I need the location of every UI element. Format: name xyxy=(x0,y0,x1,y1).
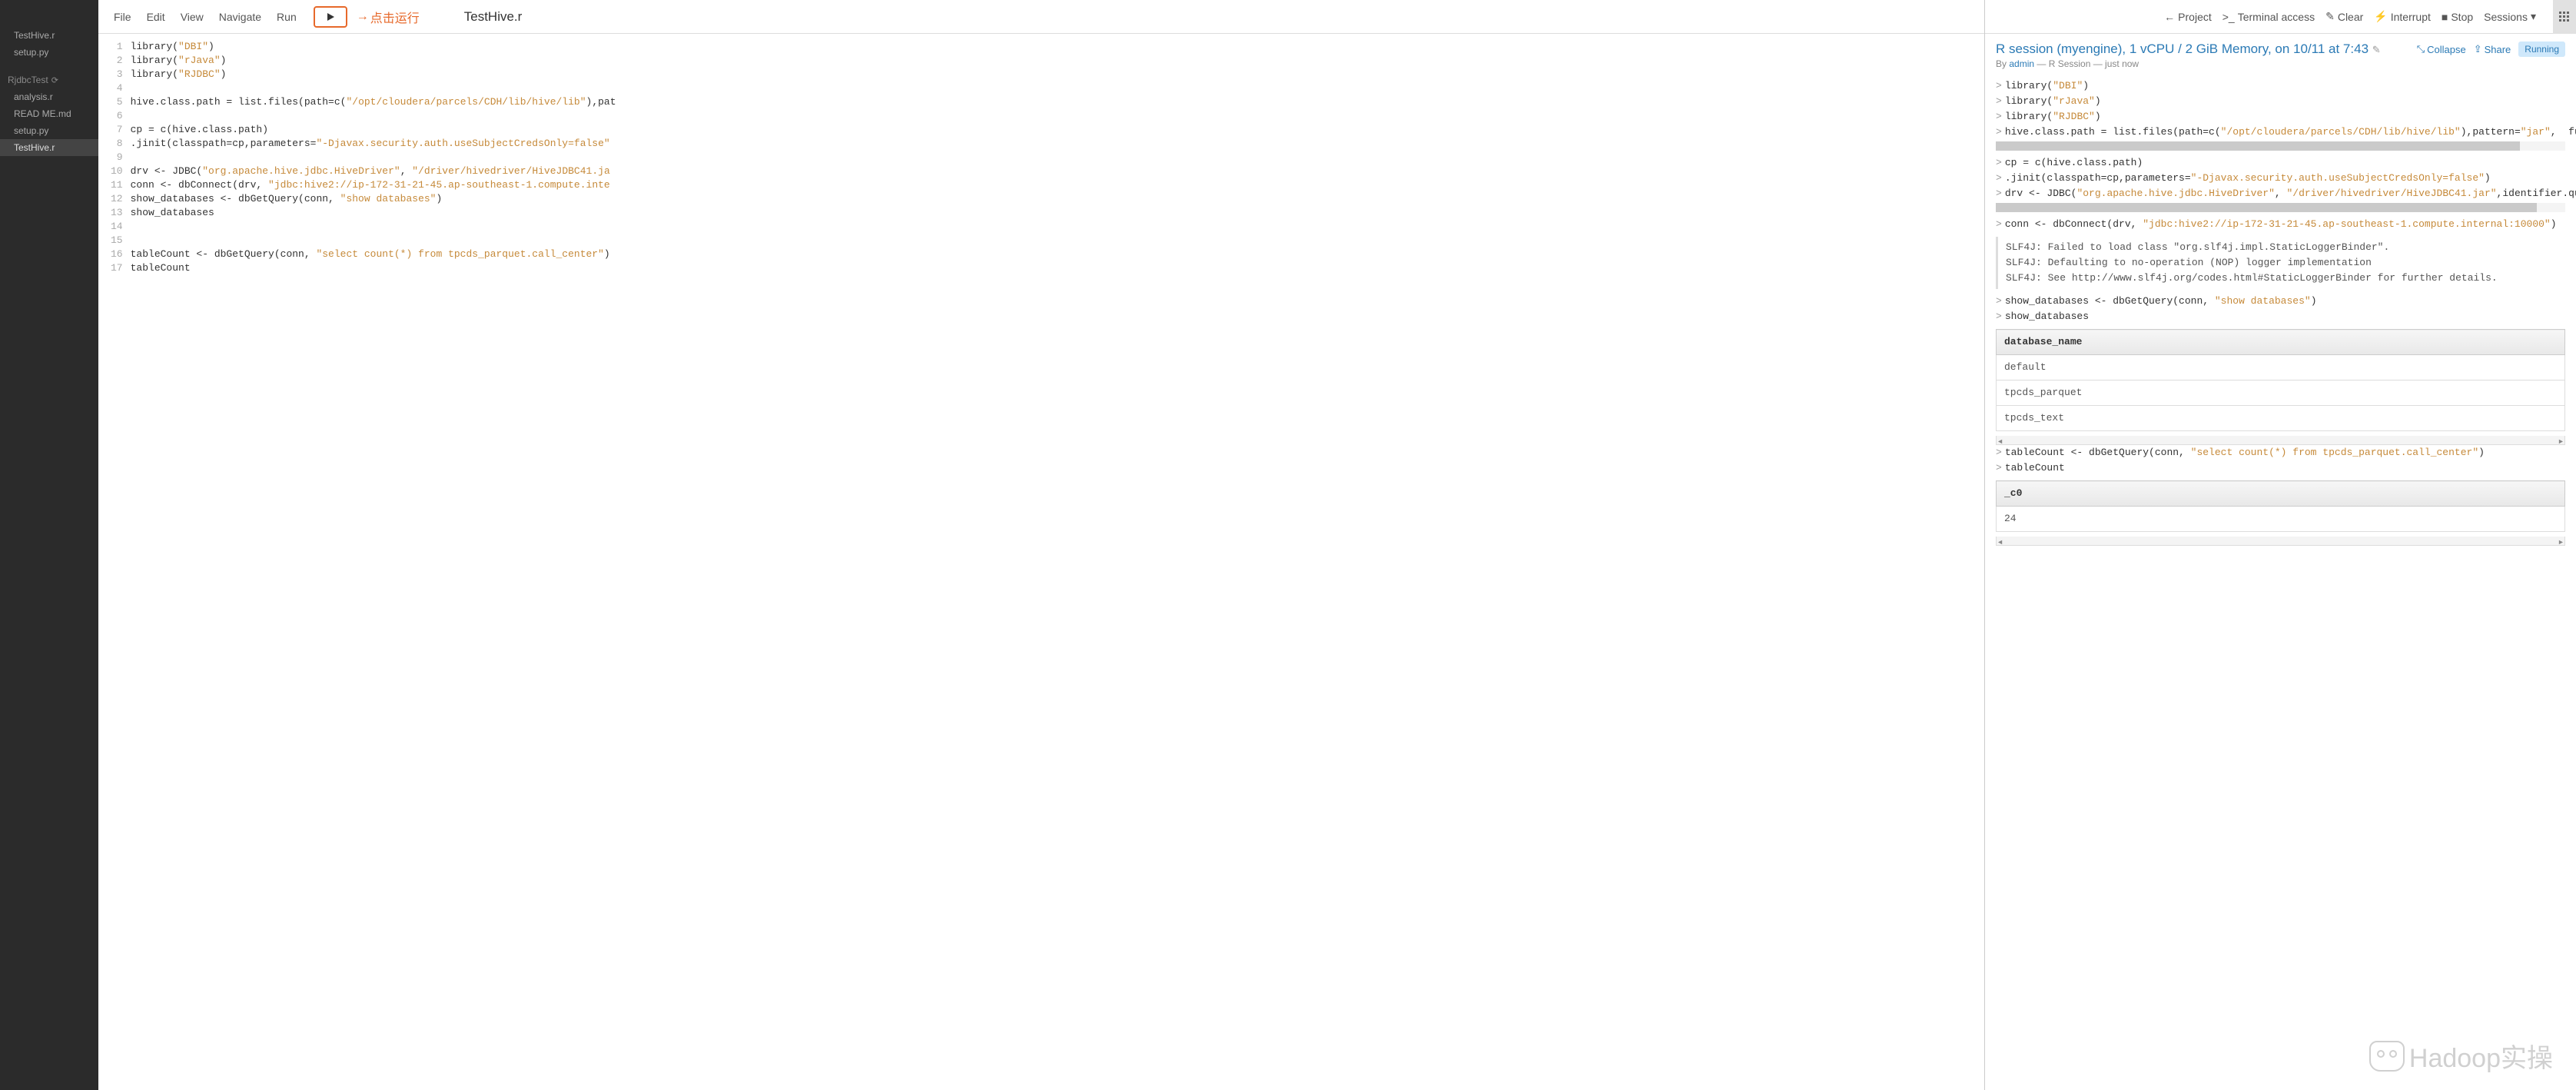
code-line[interactable]: conn <- dbConnect(drv, "jdbc:hive2://ip-… xyxy=(131,178,1984,192)
code-content[interactable]: library("DBI")library("rJava")library("R… xyxy=(131,40,1984,1090)
code-line[interactable] xyxy=(131,234,1984,248)
session-panel: ← Project >_ Terminal access ✎ Clear ⚡ I… xyxy=(1984,0,2576,1090)
user-link[interactable]: admin xyxy=(2009,58,2034,69)
sidebar-file[interactable]: setup.py xyxy=(0,122,98,139)
horizontal-scrollbar[interactable] xyxy=(1996,141,2565,151)
collapse-icon: ⤡ xyxy=(2417,43,2425,55)
collapse-button[interactable]: ⤡ Collapse xyxy=(2417,43,2466,55)
interrupt-button[interactable]: ⚡ Interrupt xyxy=(2374,10,2431,23)
console-input-line: >tableCount <- dbGetQuery(conn, "select … xyxy=(1996,445,2565,460)
project-folder-label: RjdbcTest xyxy=(8,75,48,85)
console-input-line: >tableCount xyxy=(1996,460,2565,476)
current-filename: TestHive.r xyxy=(464,9,523,25)
result-table: _c024 xyxy=(1996,480,2565,532)
status-badge: Running xyxy=(2518,42,2565,57)
stop-button[interactable]: ■ Stop xyxy=(2442,11,2473,23)
console-input-line: >show_databases <- dbGetQuery(conn, "sho… xyxy=(1996,294,2565,309)
session-toolbar: ← Project >_ Terminal access ✎ Clear ⚡ I… xyxy=(1985,0,2576,34)
session-actions: ⤡ Collapse ⇪ Share Running xyxy=(2417,42,2565,57)
grid-icon xyxy=(2559,12,2570,22)
session-meta: By admin — R Session — just now xyxy=(1996,58,2565,69)
menu-navigate[interactable]: Navigate xyxy=(211,6,269,28)
code-line[interactable]: drv <- JDBC("org.apache.hive.jdbc.HiveDr… xyxy=(131,164,1984,178)
code-line[interactable]: .jinit(classpath=cp,parameters="-Djavax.… xyxy=(131,137,1984,151)
lightning-icon: ⚡ xyxy=(2374,10,2387,23)
code-line[interactable] xyxy=(131,151,1984,164)
brush-icon: ✎ xyxy=(2325,10,2335,23)
table-row: default xyxy=(1997,355,2565,381)
run-button[interactable] xyxy=(314,6,347,28)
play-icon xyxy=(326,12,335,22)
sessions-dropdown[interactable]: Sessions ▾ xyxy=(2484,10,2536,23)
console-input-line: >drv <- JDBC("org.apache.hive.jdbc.HiveD… xyxy=(1996,186,2565,201)
code-line[interactable]: show_databases <- dbGetQuery(conn, "show… xyxy=(131,192,1984,206)
code-line[interactable] xyxy=(131,220,1984,234)
editor-panel: FileEditViewNavigateRun → 点击运行 TestHive.… xyxy=(98,0,1984,1090)
code-editor[interactable]: 1234567891011121314151617 library("DBI")… xyxy=(98,34,1984,1090)
code-line[interactable]: show_databases xyxy=(131,206,1984,220)
menu-file[interactable]: File xyxy=(106,6,139,28)
code-line[interactable] xyxy=(131,109,1984,123)
console-input-line: >show_databases xyxy=(1996,309,2565,324)
sidebar-file[interactable]: TestHive.r xyxy=(0,139,98,156)
sidebar-file[interactable]: TestHive.r xyxy=(0,27,98,44)
code-line[interactable]: library("DBI") xyxy=(131,40,1984,54)
menu-view[interactable]: View xyxy=(173,6,211,28)
table-row: 24 xyxy=(1997,507,2565,532)
clear-button[interactable]: ✎ Clear xyxy=(2325,10,2363,23)
result-table: database_namedefaulttpcds_parquettpcds_t… xyxy=(1996,329,2565,431)
code-line[interactable]: hive.class.path = list.files(path=c("/op… xyxy=(131,95,1984,109)
sidebar-file[interactable]: READ ME.md xyxy=(0,105,98,122)
table-scrollbar[interactable] xyxy=(1996,436,2565,445)
code-line[interactable] xyxy=(131,81,1984,95)
run-annotation: → 点击运行 xyxy=(357,8,420,26)
code-line[interactable]: library("rJava") xyxy=(131,54,1984,68)
console-output: >library("DBI")>library("rJava")>library… xyxy=(1996,78,2565,546)
table-scrollbar[interactable] xyxy=(1996,537,2565,546)
share-icon: ⇪ xyxy=(2474,43,2482,55)
project-folder-header[interactable]: RjdbcTest ⟳ xyxy=(0,71,98,88)
horizontal-scrollbar[interactable] xyxy=(1996,203,2565,212)
refresh-icon: ⟳ xyxy=(51,75,58,85)
table-header: database_name xyxy=(1997,330,2565,355)
code-line[interactable]: tableCount xyxy=(131,261,1984,275)
code-line[interactable]: tableCount <- dbGetQuery(conn, "select c… xyxy=(131,248,1984,261)
console-input-line: >cp = c(hive.class.path) xyxy=(1996,155,2565,171)
apps-grid-button[interactable] xyxy=(2553,0,2576,34)
table-row: tpcds_parquet xyxy=(1997,381,2565,406)
terminal-access-button[interactable]: >_ Terminal access xyxy=(2222,11,2315,23)
console-input-line: >conn <- dbConnect(drv, "jdbc:hive2://ip… xyxy=(1996,217,2565,232)
code-line[interactable]: cp = c(hive.class.path) xyxy=(131,123,1984,137)
chevron-down-icon: ▾ xyxy=(2531,10,2536,23)
console-input-line: >library("RJDBC") xyxy=(1996,109,2565,125)
console-input-line: >.jinit(classpath=cp,parameters="-Djavax… xyxy=(1996,171,2565,186)
menu-edit[interactable]: Edit xyxy=(139,6,173,28)
line-number-gutter: 1234567891011121314151617 xyxy=(98,40,131,1090)
editor-toolbar: FileEditViewNavigateRun → 点击运行 TestHive.… xyxy=(98,0,1984,34)
arrow-right-icon: → xyxy=(357,10,369,24)
table-row: tpcds_text xyxy=(1997,406,2565,431)
console-input-line: >library("rJava") xyxy=(1996,94,2565,109)
table-header: _c0 xyxy=(1997,481,2565,507)
file-tree-sidebar: TestHive.rsetup.py RjdbcTest ⟳ analysis.… xyxy=(0,0,98,1090)
sidebar-file[interactable]: analysis.r xyxy=(0,88,98,105)
arrow-left-icon: ← xyxy=(2164,11,2175,23)
console-input-line: >hive.class.path = list.files(path=c("/o… xyxy=(1996,125,2565,140)
edit-icon[interactable]: ✎ xyxy=(2372,44,2381,55)
stop-icon: ■ xyxy=(2442,11,2448,23)
console-output-block: SLF4J: Failed to load class "org.slf4j.i… xyxy=(1996,237,2565,289)
terminal-icon: >_ xyxy=(2222,11,2235,23)
project-button[interactable]: ← Project xyxy=(2164,11,2212,23)
menu-run[interactable]: Run xyxy=(269,6,304,28)
share-button[interactable]: ⇪ Share xyxy=(2474,43,2511,55)
sidebar-file[interactable]: setup.py xyxy=(0,44,98,61)
console-input-line: >library("DBI") xyxy=(1996,78,2565,94)
code-line[interactable]: library("RJDBC") xyxy=(131,68,1984,81)
